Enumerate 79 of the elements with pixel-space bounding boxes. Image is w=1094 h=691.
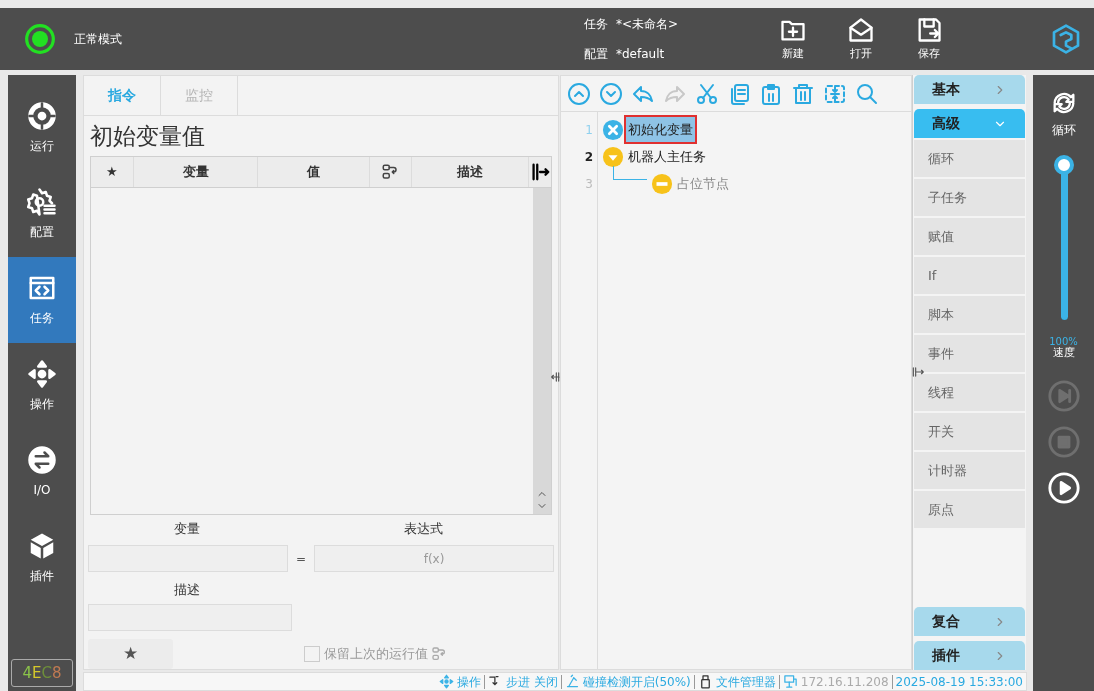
field-label: 描述 — [173, 581, 200, 599]
palette-item[interactable]: 脚本 — [914, 296, 1025, 333]
tree-node[interactable]: 初始化变量 — [626, 116, 695, 143]
palette-item[interactable]: 开关 — [914, 413, 1025, 450]
four-arrows-icon — [27, 359, 57, 389]
connector-line — [613, 166, 647, 180]
scissors-icon[interactable] — [695, 81, 719, 106]
palette-item[interactable]: 事件 — [914, 335, 1025, 372]
four-arrows-icon — [438, 674, 454, 689]
x-circle-icon[interactable] — [602, 118, 624, 141]
column-header[interactable]: 描述 — [411, 157, 529, 187]
minus-circle-icon[interactable] — [651, 172, 673, 195]
save-button[interactable]: 保存 — [895, 15, 963, 63]
line-number: 3 — [585, 175, 593, 193]
expand-columns-icon[interactable] — [529, 161, 551, 183]
arrow-down-circle-icon[interactable] — [599, 81, 623, 106]
version-badge: 4EC8 — [11, 659, 73, 687]
tree-node[interactable]: 机器人主任务 — [626, 146, 708, 167]
expand-panel-icon[interactable] — [911, 365, 925, 379]
category-header[interactable]: 高级 — [914, 109, 1025, 138]
arrow-up-circle-icon[interactable] — [567, 81, 591, 106]
cycle-button[interactable]: 循环 — [1049, 89, 1078, 139]
checkbox[interactable] — [304, 645, 320, 662]
palette-item[interactable]: 原点 — [914, 491, 1025, 528]
nav-item[interactable]: 任务 — [8, 257, 76, 343]
cube-logo-icon — [1050, 22, 1082, 56]
category-header[interactable]: 插件 — [914, 641, 1025, 670]
tree-node[interactable]: 占位节点 — [675, 173, 731, 194]
target-icon — [27, 101, 57, 131]
search-icon[interactable] — [855, 81, 879, 106]
expression-input[interactable]: f(x) — [314, 545, 554, 572]
link-nodes-icon — [431, 645, 447, 662]
category-header[interactable]: 基本 — [914, 75, 1025, 104]
palette-item[interactable]: 赋值 — [914, 218, 1025, 255]
status-indicator-icon — [24, 23, 56, 55]
line-number: 1 — [585, 121, 593, 139]
speed-label: 速度 — [1052, 347, 1075, 359]
field-label: 变量 — [173, 520, 200, 538]
gear-list-icon — [27, 187, 57, 217]
triangle-circle-icon[interactable] — [602, 145, 624, 168]
link-nodes-icon[interactable] — [381, 163, 400, 181]
nav-item[interactable]: 配置 — [8, 171, 76, 257]
column-header[interactable]: ★ — [91, 157, 134, 187]
speed-reading: 100% — [1049, 336, 1078, 347]
network-screen-icon — [782, 674, 798, 689]
collision-icon — [564, 674, 580, 689]
nav-item[interactable]: 操作 — [8, 343, 76, 429]
field-label: 表达式 — [404, 520, 443, 538]
favorite-button[interactable]: ★ — [88, 638, 173, 669]
palette-item[interactable]: If — [914, 257, 1025, 294]
column-header[interactable]: 变量 — [133, 157, 259, 187]
clipboard-icon[interactable] — [759, 81, 783, 106]
equals-sign: = — [296, 550, 307, 568]
column-header[interactable]: 值 — [258, 157, 370, 187]
mode-label: 正常模式 — [74, 31, 122, 48]
category-header[interactable]: 复合 — [914, 607, 1025, 636]
palette-item[interactable]: 线程 — [914, 374, 1025, 411]
scrollbar[interactable] — [533, 188, 551, 514]
palette-item[interactable]: 计时器 — [914, 452, 1025, 489]
nav-item[interactable]: I/O — [8, 429, 76, 515]
envelope-icon — [847, 15, 875, 44]
config-label: 配置 — [584, 46, 608, 63]
line-number: 2 — [584, 148, 593, 166]
new-button[interactable]: 新建 — [759, 15, 827, 63]
nav-item[interactable]: 运行 — [8, 85, 76, 171]
play-icon[interactable] — [1046, 471, 1081, 505]
open-button[interactable]: 打开 — [827, 15, 895, 63]
palette-item[interactable]: 循环 — [914, 140, 1025, 177]
config-name: *default — [616, 46, 665, 63]
exchange-arrows-icon — [27, 445, 57, 475]
palette-item[interactable]: 子任务 — [914, 179, 1025, 216]
task-name: *<未命名> — [616, 16, 679, 33]
checkbox-label: 保留上次的运行值 — [324, 644, 428, 663]
trash-icon[interactable] — [791, 81, 815, 106]
panel-title: 初始变量值 — [89, 121, 206, 151]
speed-slider[interactable] — [1053, 155, 1074, 320]
speed-slider-thumb[interactable] — [1053, 155, 1074, 175]
nav-item[interactable]: 插件 — [8, 515, 76, 601]
task-label: 任务 — [584, 16, 608, 33]
